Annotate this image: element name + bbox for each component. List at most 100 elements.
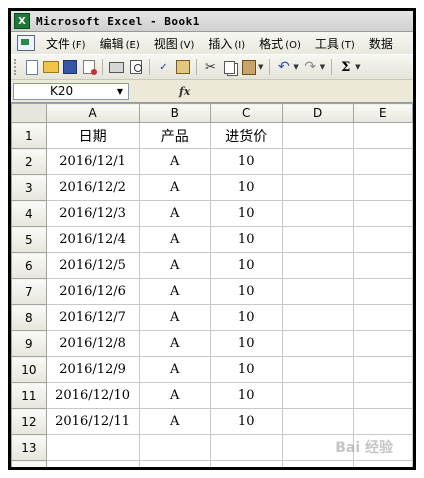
formula-input[interactable] [190,83,413,100]
paste-button[interactable] [240,59,257,76]
workbook-icon[interactable] [17,35,35,51]
cell-b10[interactable]: A [138,356,211,383]
row-header[interactable]: 4 [11,200,47,227]
cell-d12[interactable] [281,408,354,435]
row-header[interactable]: 13 [11,434,47,461]
cell-cx[interactable] [209,460,283,467]
paste-dropdown-icon[interactable]: ▼ [258,63,263,71]
cell-d3[interactable] [281,174,354,201]
cell-b9[interactable]: A [138,330,211,357]
row-header[interactable]: 7 [11,278,47,305]
cell-b2[interactable]: A [138,148,211,175]
cell-e7[interactable] [352,278,413,305]
row-header[interactable]: 11 [11,382,47,409]
cell-b12[interactable]: A [138,408,211,435]
cell-c5[interactable]: 10 [209,226,283,253]
spelling-button[interactable]: ✓ [155,59,172,76]
cell-c1[interactable]: 进货价 [209,122,283,149]
cell-e3[interactable] [352,174,413,201]
column-header-b[interactable]: B [138,103,211,123]
cell-e9[interactable] [352,330,413,357]
row-header[interactable]: 10 [11,356,47,383]
cell-e2[interactable] [352,148,413,175]
cell-c13[interactable] [209,434,283,461]
research-button[interactable] [174,59,191,76]
cell-b13[interactable] [138,434,211,461]
cell-e1[interactable] [352,122,413,149]
insert-function-icon[interactable]: fx [179,85,190,98]
redo-dropdown-icon[interactable]: ▼ [320,63,325,71]
cell-a2[interactable]: 2016/12/1 [45,148,140,175]
cell-d10[interactable] [281,356,354,383]
save-button[interactable] [61,59,78,76]
cell-ex[interactable] [352,460,413,467]
cell-e4[interactable] [352,200,413,227]
cell-c8[interactable]: 10 [209,304,283,331]
cell-e5[interactable] [352,226,413,253]
cell-a10[interactable]: 2016/12/9 [45,356,140,383]
cell-a3[interactable]: 2016/12/2 [45,174,140,201]
cell-a7[interactable]: 2016/12/6 [45,278,140,305]
cell-a11[interactable]: 2016/12/10 [45,382,140,409]
cell-a9[interactable]: 2016/12/8 [45,330,140,357]
copy-button[interactable] [221,59,238,76]
cell-d4[interactable] [281,200,354,227]
row-header[interactable]: 2 [11,148,47,175]
menu-tools[interactable]: 工具 (T) [308,35,362,52]
chevron-down-icon[interactable]: ▼ [117,87,128,96]
print-button[interactable] [108,59,125,76]
cell-c4[interactable]: 10 [209,200,283,227]
toolbar-grip[interactable] [14,59,19,75]
cell-c10[interactable]: 10 [209,356,283,383]
cell-b5[interactable]: A [138,226,211,253]
redo-button[interactable]: ↷ [302,59,319,76]
cell-c11[interactable]: 10 [209,382,283,409]
cell-b7[interactable]: A [138,278,211,305]
excel-app-icon[interactable]: X [14,13,30,29]
cell-a5[interactable]: 2016/12/4 [45,226,140,253]
undo-button[interactable]: ↶ [275,59,292,76]
column-header-c[interactable]: C [209,103,283,123]
row-header[interactable]: 3 [11,174,47,201]
cell-c3[interactable]: 10 [209,174,283,201]
cell-b11[interactable]: A [138,382,211,409]
cell-c9[interactable]: 10 [209,330,283,357]
cell-bx[interactable] [138,460,211,467]
cell-c6[interactable]: 10 [209,252,283,279]
cell-a6[interactable]: 2016/12/5 [45,252,140,279]
cell-e11[interactable] [352,382,413,409]
menu-view[interactable]: 视图 (V) [147,35,202,52]
row-header[interactable]: 5 [11,226,47,253]
cell-d6[interactable] [281,252,354,279]
name-box[interactable]: K20 ▼ [13,82,129,100]
row-header[interactable]: 12 [11,408,47,435]
row-header[interactable] [11,460,47,467]
autosum-dropdown-icon[interactable]: ▼ [355,63,360,71]
cell-e8[interactable] [352,304,413,331]
cell-a13[interactable] [45,434,140,461]
column-header-a[interactable]: A [45,103,140,123]
cell-c7[interactable]: 10 [209,278,283,305]
cell-c2[interactable]: 10 [209,148,283,175]
menu-edit[interactable]: 编辑 (E) [93,35,147,52]
print-preview-button[interactable] [127,59,144,76]
menu-file[interactable]: 文件 (F) [39,35,93,52]
cell-a4[interactable]: 2016/12/3 [45,200,140,227]
cell-e6[interactable] [352,252,413,279]
cell-a1[interactable]: 日期 [45,122,140,149]
cell-d7[interactable] [281,278,354,305]
cell-a8[interactable]: 2016/12/7 [45,304,140,331]
row-header[interactable]: 6 [11,252,47,279]
cell-b3[interactable]: A [138,174,211,201]
cell-b1[interactable]: 产品 [138,122,211,149]
autosum-button[interactable]: Σ [337,59,354,76]
menu-insert[interactable]: 插入 (I) [201,35,252,52]
cell-d2[interactable] [281,148,354,175]
cell-dx[interactable] [281,460,354,467]
menu-data[interactable]: 数据 [362,35,400,52]
select-all-corner[interactable] [11,103,47,123]
column-header-d[interactable]: D [281,103,354,123]
column-header-e[interactable]: E [352,103,413,123]
cell-e10[interactable] [352,356,413,383]
cell-d5[interactable] [281,226,354,253]
